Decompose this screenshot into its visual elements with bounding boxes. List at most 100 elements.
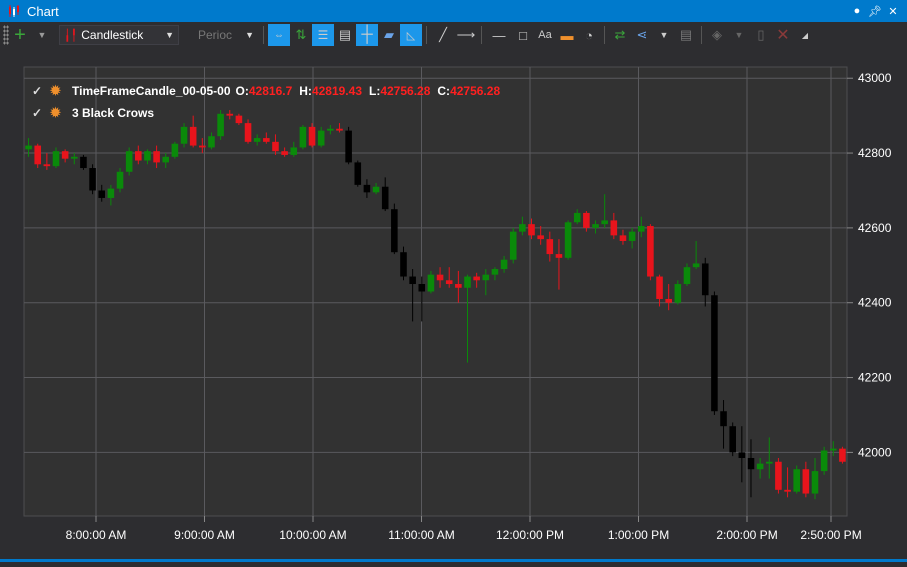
text-label-button[interactable]: Aa (534, 24, 556, 46)
toolbar-overflow-icon[interactable]: ◢ (794, 24, 816, 46)
up-down-arrows-icon[interactable]: ⇅ (290, 24, 312, 46)
x-tick-label: 2:00:00 PM (716, 528, 777, 542)
candle-body (556, 254, 563, 258)
y-tick-label: 43000 (858, 71, 892, 85)
candle-body (775, 462, 782, 490)
legend-item-pattern[interactable]: ✓ ✹ 3 Black Crows (32, 102, 507, 124)
candle-body (629, 232, 636, 241)
candle-body (144, 151, 151, 160)
add-dropdown-arrow[interactable]: ▼ (31, 24, 53, 46)
speedometer-icon[interactable]: ◔ (578, 24, 600, 46)
series-name: TimeFrameCandle_00-05-00 (72, 84, 231, 98)
x-tick-label: 9:00:00 AM (174, 528, 235, 542)
candle-body (345, 131, 352, 163)
legend-list-button[interactable]: ☰ (312, 24, 334, 46)
tag-button[interactable]: ◈ (706, 24, 728, 46)
x-axis: 8:00:00 AM9:00:00 AM10:00:00 AM11:00:00 … (66, 516, 862, 542)
menu-dropdown-icon[interactable]: ● (849, 2, 865, 20)
candle-body (44, 164, 51, 166)
ruler-button[interactable]: ◺ (400, 24, 422, 46)
candle-body (428, 275, 435, 292)
candle-body (272, 142, 279, 151)
candle-body (574, 213, 581, 222)
check-icon[interactable]: ✓ (32, 84, 50, 98)
candle-body (647, 226, 654, 277)
share-icon[interactable]: ⋖ (631, 24, 653, 46)
x-tick-label: 1:00:00 PM (608, 528, 669, 542)
period-placeholder: Perioc (198, 28, 232, 42)
properties-button[interactable]: ▤ (675, 24, 697, 46)
candle-body (409, 277, 416, 284)
candle-body (327, 129, 334, 131)
data-table-button[interactable]: ▤ (334, 24, 356, 46)
candle-body (162, 157, 169, 163)
chevron-down-icon: ▼ (245, 30, 254, 40)
candle-body (318, 131, 325, 146)
candle-body (190, 127, 197, 146)
candle-body (766, 462, 773, 464)
candlestick-chart[interactable]: 420004220042400426004280043000 8:00:00 A… (0, 48, 907, 562)
document-button[interactable]: ▯ (750, 24, 772, 46)
candle-body (300, 127, 307, 148)
candle-body (135, 151, 142, 160)
gear-icon[interactable]: ✹ (50, 83, 72, 99)
chart-type-value: Candlestick (81, 28, 143, 42)
candle-body (25, 146, 32, 150)
candle-body (711, 295, 718, 411)
y-tick-label: 42600 (858, 221, 892, 235)
candle-body (537, 235, 544, 239)
x-tick-label: 2:50:00 PM (800, 528, 861, 542)
candle-body (309, 127, 316, 146)
candle-body (748, 458, 755, 469)
add-element-button[interactable]: + (9, 24, 31, 46)
candle-body (108, 189, 115, 198)
high-label: H: (299, 84, 312, 98)
candle-body (675, 284, 682, 303)
x-tick-label: 11:00:00 AM (388, 528, 455, 542)
import-indicator-button[interactable]: ⇄ (609, 24, 631, 46)
tag-dropdown-arrow[interactable]: ▼ (728, 24, 750, 46)
rectangle-button[interactable]: □ (512, 24, 534, 46)
ruler-measure-button[interactable]: ▬ (556, 24, 578, 46)
y-tick-label: 42000 (858, 445, 892, 459)
candle-body (418, 284, 425, 291)
candle-body (510, 232, 517, 260)
candle-body (153, 151, 160, 162)
chart-app-icon (5, 2, 23, 20)
draw-arrow-button[interactable]: ⟶ (455, 24, 477, 46)
candle-body (483, 275, 490, 281)
delete-button[interactable]: ✕ (772, 24, 794, 46)
horizontal-line-button[interactable]: — (486, 24, 512, 46)
close-icon[interactable]: ✕ (885, 2, 901, 20)
gear-icon[interactable]: ✹ (50, 105, 72, 121)
candle-body (620, 235, 627, 241)
share-dropdown-arrow[interactable]: ▼ (653, 24, 675, 46)
candle-body (373, 187, 380, 193)
close-value: 42756.28 (450, 84, 500, 98)
draw-line-button[interactable]: ╱ (431, 24, 455, 46)
chart-toolbar: + ▼ ╽╿ Candlestick ▼ Perioc ▼ ⇔ ⇅ ☰ ▤ ┼ … (0, 22, 907, 48)
candle-body (455, 284, 462, 288)
high-value: 42819.43 (312, 84, 362, 98)
pin-icon[interactable]: 📌︎ (867, 2, 883, 20)
candle-body (565, 222, 572, 258)
check-icon[interactable]: ✓ (32, 106, 50, 120)
candle-body (720, 411, 727, 426)
candle-body (199, 146, 206, 148)
scroll-mode-button[interactable]: ⇔ (268, 24, 290, 46)
chart-type-select[interactable]: ╽╿ Candlestick ▼ (59, 25, 179, 45)
period-select[interactable]: Perioc ▼ (193, 25, 259, 45)
chart-area[interactable]: 420004220042400426004280043000 8:00:00 A… (0, 48, 907, 562)
crosshair-button[interactable]: ┼ (356, 24, 378, 46)
y-tick-label: 42800 (858, 146, 892, 160)
annotation-button[interactable]: ▰ (378, 24, 400, 46)
candle-body (693, 263, 700, 267)
candle-body (281, 151, 288, 155)
low-label: L: (369, 84, 380, 98)
toolbar-separator (263, 26, 264, 44)
legend-item-candles[interactable]: ✓ ✹ TimeFrameCandle_00-05-00 O: 42816.7 … (32, 80, 507, 102)
candle-body (793, 469, 800, 491)
candle-body (181, 127, 188, 144)
y-axis: 420004220042400426004280043000 (847, 71, 892, 459)
candle-body (784, 490, 791, 492)
